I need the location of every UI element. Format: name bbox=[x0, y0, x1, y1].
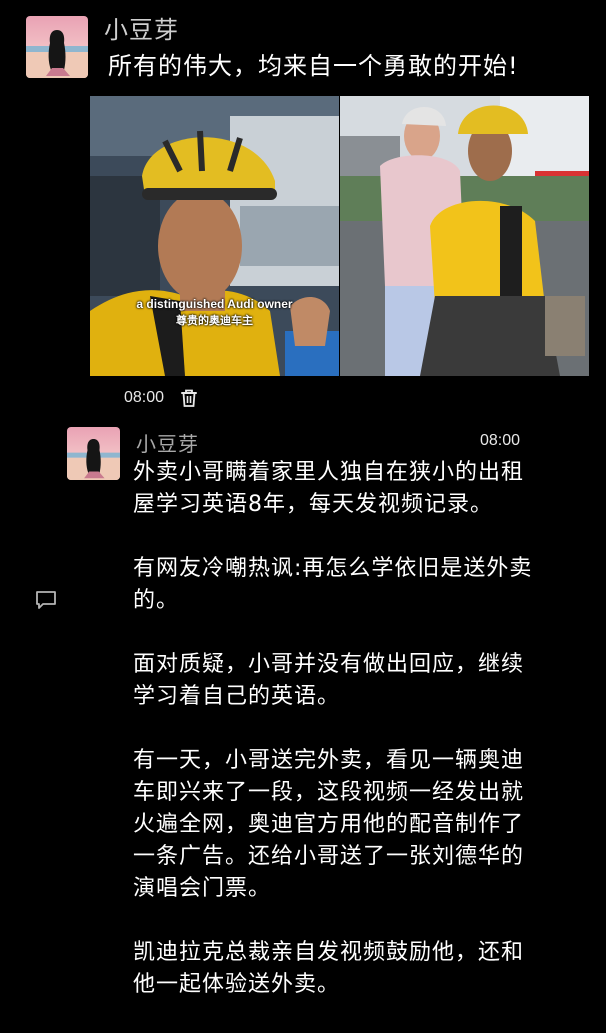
post-paragraph-line: 有网友冷嘲热讽:再怎么学依旧是送外卖 bbox=[133, 556, 533, 581]
post-paragraph: 外卖小哥瞒着家里人独自在狭小的出租 屋学习英语8年，每天发视频记录。 bbox=[133, 457, 583, 521]
post-paragraph-line: 面对质疑，小哥并没有做出回应，继续 bbox=[133, 652, 525, 677]
post-paragraph: 凯迪拉克总裁亲自发视频鼓励他，还和 他一起体验送外卖。 bbox=[133, 937, 583, 1001]
post-paragraph-line: 一条广告。还给小哥送了一张刘德华的 bbox=[133, 844, 525, 869]
video-thumbnail[interactable] bbox=[340, 96, 589, 376]
comment-icon[interactable] bbox=[34, 589, 58, 611]
post-paragraph: 有一天，小哥送完外卖，看见一辆奥迪 车即兴来了一段，这段视频一经发出就 火遍全网，奥… bbox=[133, 745, 583, 905]
post-paragraph-line: 的。 bbox=[133, 588, 180, 613]
post-timestamp: 08:00 bbox=[124, 389, 165, 406]
video-thumbnail[interactable]: a distinguished Audi owner 尊贵的奥迪车主 bbox=[90, 96, 339, 376]
post-body: 外卖小哥瞒着家里人独自在狭小的出租 屋学习英语8年，每天发视频记录。 有网友冷嘲热讽… bbox=[133, 457, 583, 1033]
author-name[interactable]: 小豆芽 bbox=[136, 428, 199, 457]
post-paragraph-line: 他一起体验送外卖。 bbox=[133, 972, 341, 997]
post-paragraph-line: 有一天，小哥送完外卖，看见一辆奥迪 bbox=[133, 748, 525, 773]
post-paragraph-line: 演唱会门票。 bbox=[133, 876, 272, 901]
post-paragraph-line: 车即兴来了一段，这段视频一经发出就 bbox=[133, 780, 525, 805]
post-paragraph-line: 外卖小哥瞒着家里人独自在狭小的出租 bbox=[133, 460, 525, 485]
video-subtitle-chinese: 尊贵的奥迪车主 bbox=[176, 314, 253, 327]
avatar[interactable] bbox=[67, 427, 120, 480]
post-paragraph-line: 火遍全网，奥迪官方用他的配音制作了 bbox=[133, 812, 525, 837]
video-subtitle-english: a distinguished Audi owner bbox=[136, 297, 293, 311]
post-paragraph: 面对质疑，小哥并没有做出回应，继续 学习着自己的英语。 bbox=[133, 649, 583, 713]
trash-icon[interactable] bbox=[178, 387, 200, 409]
post-timestamp: 08:00 bbox=[480, 432, 521, 449]
post-paragraph-line: 学习着自己的英语。 bbox=[133, 684, 341, 709]
author-name[interactable]: 小豆芽 bbox=[104, 10, 179, 45]
avatar[interactable] bbox=[26, 16, 88, 78]
post-caption: 所有的伟大，均来自一个勇敢的开始! bbox=[108, 52, 519, 80]
post-paragraph-line: 凯迪拉克总裁亲自发视频鼓励他，还和 bbox=[133, 940, 525, 965]
post-paragraph-line: 屋学习英语8年，每天发视频记录。 bbox=[133, 492, 493, 517]
post-paragraph: 有网友冷嘲热讽:再怎么学依旧是送外卖 的。 bbox=[133, 553, 583, 617]
